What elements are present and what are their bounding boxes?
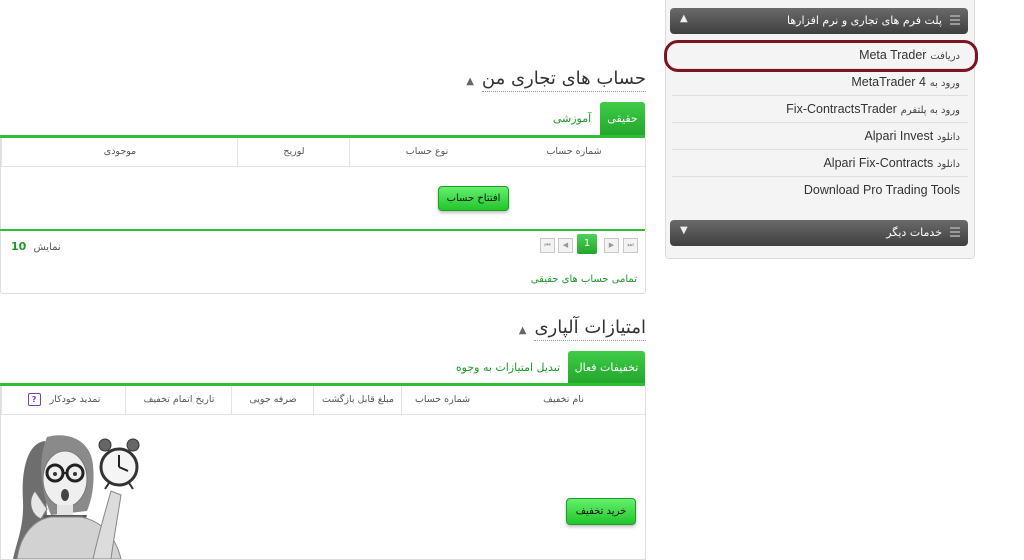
woman-with-clock-illustration (13, 435, 140, 559)
tab-demo[interactable]: آموزشی (548, 102, 596, 136)
col-auto-renew: تمدید خودکار ? (1, 386, 126, 414)
next-page-icon[interactable]: ▶ (604, 238, 619, 253)
col-account-type: نوع حساب (349, 138, 504, 166)
page-size-selector[interactable]: 10 نمایش (11, 240, 61, 253)
sidebar-item-alpari-invest[interactable]: دانلود Alpari Invest (672, 123, 968, 150)
col-account-number: شماره حساب (546, 146, 602, 157)
buy-discount-button[interactable]: خرید تخفیف (566, 498, 636, 525)
accounts-table: شماره حساب نوع حساب لوریج موجودی (0, 138, 646, 230)
last-page-icon[interactable]: ⏭ (623, 238, 638, 253)
pagination: ⏮ ◀ 1 ▶ ⏭ (540, 234, 640, 254)
prev-page-icon[interactable]: ◀ (558, 238, 573, 253)
discounts-table-header: نام تخفیف شماره حساب مبلغ قابل بازگشت صر… (1, 386, 645, 415)
col-refundable-amount: مبلغ قابل بازگشت (313, 386, 402, 414)
menu-icon (950, 227, 960, 239)
sidebar-header-label: خدمات دیگر (886, 226, 942, 239)
col-account-number: شماره حساب (401, 386, 483, 414)
page-size-value: 10 (11, 240, 27, 253)
tab-convert-points[interactable]: تبدیل امتیازات به وجوه (452, 351, 564, 384)
col-expiry-date: تاریخ اتمام تخفیف (125, 386, 232, 414)
help-icon[interactable]: ? (27, 393, 41, 406)
tab-active-discounts[interactable]: تخفیفات فعال (568, 351, 645, 384)
collapse-up-icon[interactable]: ▲ (680, 13, 688, 24)
page-size-label: نمایش (33, 242, 61, 253)
accounts-section-title[interactable]: حساب های تجاری من▲ (466, 68, 646, 92)
highlight-annotation (664, 40, 978, 72)
col-discount-name: نام تخفیف (543, 394, 584, 405)
discounts-table: نام تخفیف شماره حساب مبلغ قابل بازگشت صر… (0, 386, 646, 560)
all-real-accounts-link[interactable]: تمامی حساب های حقیقی (531, 274, 637, 285)
sidebar-item-pro-trading-tools[interactable]: Download Pro Trading Tools (672, 177, 968, 203)
first-page-icon[interactable]: ⏮ (540, 238, 555, 253)
open-account-button[interactable]: افتتاح حساب (438, 186, 509, 211)
tab-real[interactable]: حقیقی (600, 102, 645, 136)
sidebar-header-label: پلت فرم های تجاری و نرم افزارها (787, 14, 942, 27)
menu-icon (950, 15, 960, 27)
sidebar-panel: پلت فرم های تجاری و نرم افزارها ▲ دریافت… (665, 0, 975, 259)
all-accounts-bar: تمامی حساب های حقیقی (0, 266, 646, 294)
page-current[interactable]: 1 (577, 234, 597, 254)
col-leverage: لوریج (237, 138, 350, 166)
sidebar-item-metatrader4[interactable]: ورود به MetaTrader 4 (672, 69, 968, 96)
pagination-bar: ⏮ ◀ 1 ▶ ⏭ 10 نمایش (0, 231, 646, 267)
collapse-up-icon[interactable]: ▲ (519, 325, 527, 336)
col-savings: صرفه جویی (231, 386, 314, 414)
col-balance: موجودی (1, 138, 238, 166)
sidebar-header-other-services[interactable]: خدمات دیگر ▼ (670, 220, 968, 246)
sidebar-item-alpari-fix-contracts[interactable]: دانلود Alpari Fix-Contracts (672, 150, 968, 177)
sidebar-item-fix-contracts-trader[interactable]: ورود به پلتفرم Fix-ContractsTrader (672, 96, 968, 123)
sidebar-header-platforms[interactable]: پلت فرم های تجاری و نرم افزارها ▲ (670, 8, 968, 34)
accounts-table-header: شماره حساب نوع حساب لوریج موجودی (1, 138, 645, 167)
expand-down-icon[interactable]: ▼ (680, 225, 688, 236)
bonus-section-title[interactable]: امتیازات آلپاری▲ (519, 317, 646, 341)
collapse-up-icon[interactable]: ▲ (466, 76, 474, 87)
